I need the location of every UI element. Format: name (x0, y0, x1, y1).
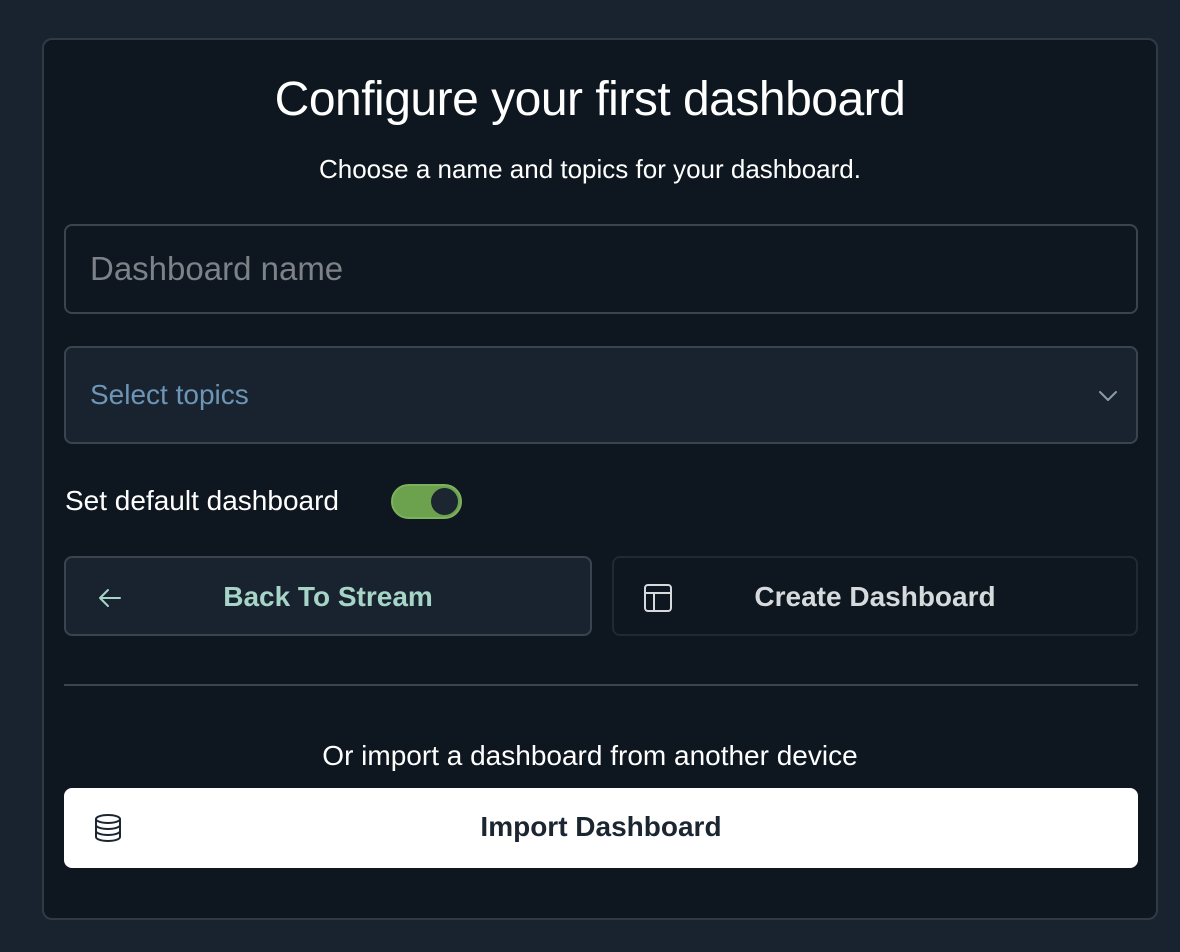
import-prompt: Or import a dashboard from another devic… (322, 740, 858, 771)
chevron-down-icon (1099, 391, 1117, 401)
dashboard-name-field (64, 224, 1138, 314)
dashboard-name-input[interactable] (66, 226, 1136, 312)
create-dashboard-label: Create Dashboard (754, 581, 996, 612)
default-dashboard-label: Set default dashboard (65, 485, 339, 516)
page-title: Configure your first dashboard (274, 73, 906, 126)
create-dashboard-button[interactable]: Create Dashboard (612, 556, 1138, 636)
toggle-knob (431, 488, 458, 515)
import-dashboard-button[interactable]: Import Dashboard (64, 788, 1138, 868)
back-to-stream-button[interactable]: Back To Stream (64, 556, 592, 636)
section-divider (64, 684, 1138, 686)
topics-select-placeholder: Select topics (90, 379, 249, 410)
page-subtitle: Choose a name and topics for your dashbo… (318, 154, 861, 184)
default-dashboard-toggle[interactable] (391, 484, 462, 519)
back-to-stream-label: Back To Stream (223, 581, 433, 612)
topics-select[interactable]: Select topics (64, 346, 1138, 444)
import-dashboard-label: Import Dashboard (480, 811, 722, 842)
